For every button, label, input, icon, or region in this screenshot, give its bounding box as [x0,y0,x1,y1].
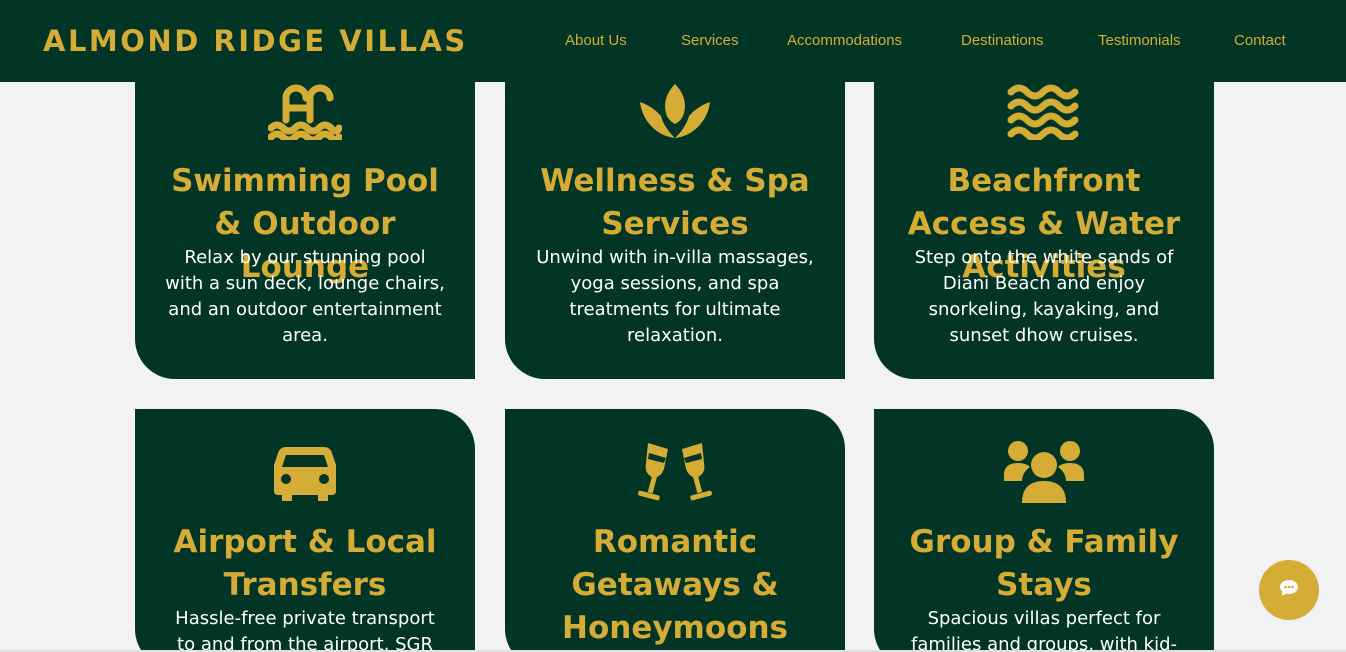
service-card-spa: Wellness & Spa Services Unwind with in-v… [505,40,845,379]
nav-contact[interactable]: Contact [1234,32,1286,49]
card-description: Unwind with in-villa massages, yoga sess… [536,247,814,346]
nav-services[interactable]: Services [681,32,739,49]
chat-bubble-icon [1279,579,1299,601]
nav-accommodations[interactable]: Accommodations [787,32,902,49]
card-description: Step onto the white sands of Diani Beach… [914,247,1174,346]
lotus-spa-icon [505,82,845,140]
card-title: Group & Family Stays [909,524,1179,603]
service-card-beach: Beachfront Access & Water Activities Ste… [874,40,1214,379]
service-card-group: Group & Family Stays Spacious villas per… [874,409,1214,652]
champagne-glasses-icon [505,439,845,503]
service-card-transfers: Airport & Local Transfers Hassle-free pr… [135,409,475,652]
card-description: Hassle-free private transport to and fro… [175,608,435,652]
swimming-pool-icon [135,82,475,140]
service-card-pool: Swimming Pool & Outdoor Lounge Relax by … [135,40,475,379]
nav-destinations[interactable]: Destinations [961,32,1044,49]
car-icon [135,443,475,501]
site-header: ALMOND RIDGE VILLAS About Us Services Ac… [0,0,1346,82]
nav-about-us[interactable]: About Us [565,32,627,49]
nav-testimonials[interactable]: Testimonials [1098,32,1181,49]
main-nav: About Us Services Accommodations Destina… [0,32,1346,52]
card-description: Relax by our stunning pool with a sun de… [165,247,445,346]
card-title: Airport & Local Transfers [173,524,437,603]
service-card-romantic: Romantic Getaways & Honeymoons [505,409,845,652]
chat-button[interactable] [1259,560,1319,620]
group-users-icon [874,439,1214,505]
card-title: Romantic Getaways & Honeymoons [562,524,788,646]
card-description: Spacious villas perfect for families and… [910,608,1178,652]
water-waves-icon [874,82,1214,140]
card-title: Wellness & Spa Services [540,163,810,242]
